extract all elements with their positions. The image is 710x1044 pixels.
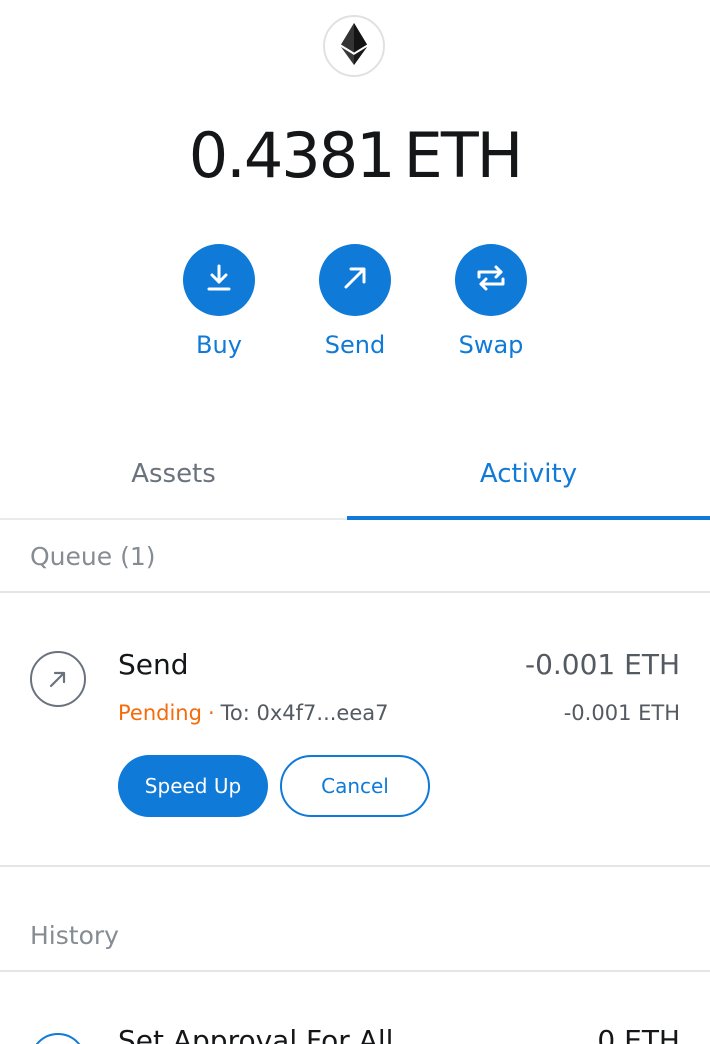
history-item[interactable]: Set Approval For All 0 ETH (0, 973, 710, 1044)
pending-transaction[interactable]: Send Pending · To: 0x4f7...eea7 -0.001 ETH… (0, 593, 710, 867)
transaction-recipient: To: 0x4f7...eea7 (220, 701, 389, 725)
transaction-icon (30, 1033, 86, 1044)
download-icon (204, 263, 234, 297)
buy-button-circle[interactable] (183, 244, 255, 316)
tab-activity[interactable]: Activity (347, 430, 710, 520)
swap-arrows-icon (475, 263, 507, 297)
history-header-label: History (30, 920, 119, 950)
account-balance: 0.4381 ETH (0, 118, 710, 194)
speed-up-button[interactable]: Speed Up (118, 755, 268, 817)
swap-label: Swap (458, 331, 524, 359)
ethereum-icon (341, 23, 367, 69)
send-label: Send (324, 331, 386, 359)
transaction-title: Send (118, 648, 189, 681)
history-item-title: Set Approval For All (118, 1024, 394, 1044)
status-separator: · (207, 701, 215, 725)
ethereum-logo (323, 15, 385, 77)
send-button[interactable]: Send (300, 244, 410, 360)
buy-label: Buy (196, 331, 242, 359)
queue-header-label: Queue (1) (30, 541, 156, 571)
wallet-tabs: Assets Activity (0, 430, 710, 520)
buy-button[interactable]: Buy (164, 244, 274, 360)
swap-button-circle[interactable] (455, 244, 527, 316)
arrow-up-right-icon (30, 651, 86, 707)
balance-unit: ETH (403, 119, 524, 192)
tab-assets[interactable]: Assets (0, 430, 347, 518)
transaction-status: Pending (118, 701, 202, 725)
history-header: History (0, 900, 710, 972)
arrow-up-right-icon (340, 263, 370, 297)
transaction-primary-amount: -0.001 ETH (524, 648, 680, 681)
queue-header: Queue (1) (0, 521, 710, 593)
send-button-circle[interactable] (319, 244, 391, 316)
balance-amount: 0.4381 (188, 119, 396, 192)
history-item-amount: 0 ETH (597, 1024, 680, 1044)
transaction-secondary-amount: -0.001 ETH (563, 701, 680, 725)
swap-button[interactable]: Swap (436, 244, 546, 360)
transaction-subtitle: Pending · To: 0x4f7...eea7 (118, 699, 389, 727)
cancel-button[interactable]: Cancel (280, 755, 430, 817)
